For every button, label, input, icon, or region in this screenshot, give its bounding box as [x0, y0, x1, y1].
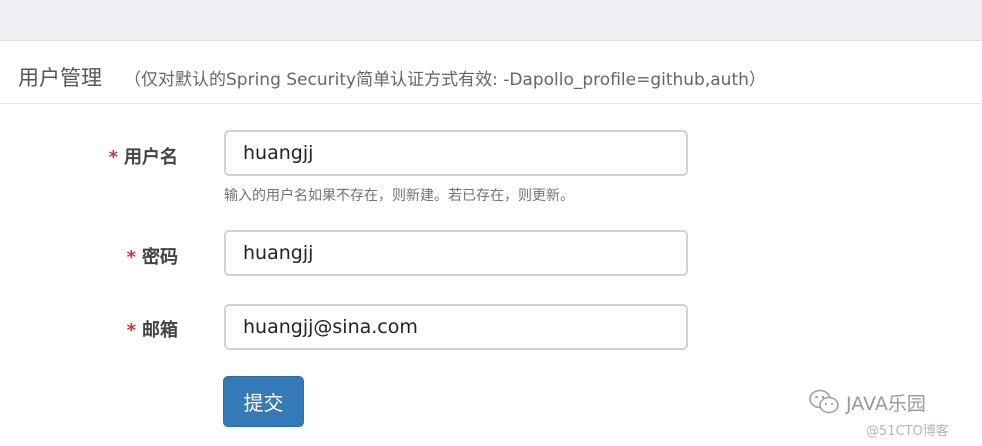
page-title-hint: （仅对默认的Spring Security简单认证方式有效: -Dapollo_…	[124, 70, 766, 90]
email-input[interactable]	[224, 304, 688, 350]
page-title: 用户管理	[18, 66, 102, 90]
watermark-text: JAVA乐园	[846, 392, 926, 415]
watermark-source: @51CTO博客	[866, 424, 949, 439]
required-mark: *	[126, 247, 136, 268]
wechat-icon	[809, 389, 839, 414]
email-label-text: 邮箱	[142, 320, 178, 341]
username-label: * 用户名	[58, 143, 178, 169]
required-mark: *	[108, 147, 118, 168]
password-label: * 密码	[58, 243, 178, 269]
password-input[interactable]	[224, 230, 688, 276]
username-input[interactable]	[224, 130, 688, 176]
username-label-text: 用户名	[124, 147, 178, 168]
watermark: JAVA乐园	[808, 385, 926, 419]
submit-button[interactable]: 提交	[223, 376, 304, 427]
password-label-text: 密码	[142, 247, 178, 268]
username-help-text: 输入的用户名如果不存在，则新建。若已存在，则更新。	[224, 188, 574, 204]
required-mark: *	[126, 320, 136, 341]
email-label: * 邮箱	[58, 316, 178, 342]
top-bar	[0, 0, 982, 41]
